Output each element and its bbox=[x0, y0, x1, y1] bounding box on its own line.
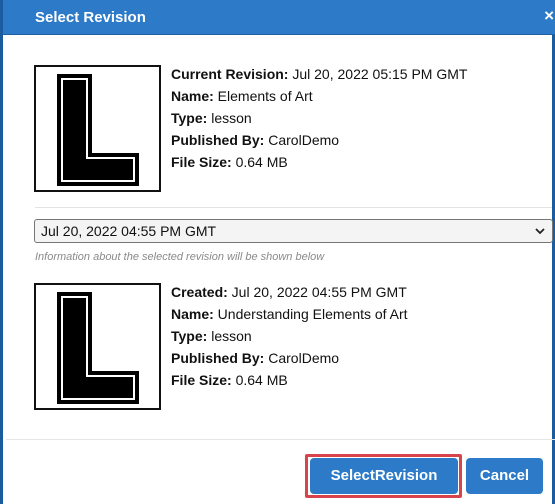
selected-published-value: CarolDemo bbox=[264, 350, 340, 366]
close-icon[interactable]: × bbox=[544, 7, 554, 24]
current-revision-info: Current Revision: Jul 20, 2022 05:15 PM … bbox=[171, 63, 467, 173]
selected-type-label: Type: bbox=[171, 328, 208, 344]
dialog-titlebar: Select Revision × bbox=[3, 0, 555, 35]
current-revision-thumbnail bbox=[34, 65, 161, 192]
revision-select-value: Jul 20, 2022 04:55 PM GMT bbox=[41, 223, 217, 239]
selected-name-row: Name: Understanding Elements of Art bbox=[171, 303, 408, 325]
selected-created-value: Jul 20, 2022 04:55 PM GMT bbox=[227, 284, 407, 300]
current-name-row: Name: Elements of Art bbox=[171, 85, 467, 107]
current-published-value: CarolDemo bbox=[264, 132, 340, 148]
select-revision-dialog: Select Revision × Current Revision: Jul … bbox=[0, 0, 555, 504]
revision-hint: Information about the selected revision … bbox=[35, 251, 325, 263]
current-size-row: File Size: 0.64 MB bbox=[171, 151, 467, 173]
current-revision-row: Current Revision: Jul 20, 2022 05:15 PM … bbox=[171, 63, 467, 85]
selected-created-row: Created: Jul 20, 2022 04:55 PM GMT bbox=[171, 281, 408, 303]
selected-created-label: Created: bbox=[171, 284, 228, 300]
selected-revision-info: Created: Jul 20, 2022 04:55 PM GMT Name:… bbox=[171, 281, 408, 391]
current-name-label: Name: bbox=[171, 88, 214, 104]
selected-name-value: Understanding Elements of Art bbox=[213, 306, 408, 322]
letter-l-icon bbox=[57, 292, 139, 404]
current-type-value: lesson bbox=[207, 110, 252, 126]
revision-select[interactable]: Jul 20, 2022 04:55 PM GMT bbox=[34, 219, 553, 243]
current-size-value: 0.64 MB bbox=[231, 154, 288, 170]
selected-type-value: lesson bbox=[207, 328, 252, 344]
current-published-label: Published By: bbox=[171, 132, 265, 148]
selected-published-row: Published By: CarolDemo bbox=[171, 347, 408, 369]
selected-name-label: Name: bbox=[171, 306, 214, 322]
current-revision-label: Current Revision: bbox=[171, 66, 289, 82]
cancel-button[interactable]: Cancel bbox=[466, 458, 543, 494]
selected-type-row: Type: lesson bbox=[171, 325, 408, 347]
footer-divider bbox=[6, 439, 555, 440]
current-revision-value: Jul 20, 2022 05:15 PM GMT bbox=[288, 66, 468, 82]
letter-l-icon bbox=[57, 74, 139, 186]
select-revision-button[interactable]: SelectRevision bbox=[310, 458, 458, 494]
selected-size-value: 0.64 MB bbox=[231, 372, 288, 388]
selected-revision-thumbnail bbox=[34, 283, 161, 410]
chevron-down-icon bbox=[534, 224, 546, 241]
current-size-label: File Size: bbox=[171, 154, 232, 170]
current-type-label: Type: bbox=[171, 110, 208, 126]
selected-size-label: File Size: bbox=[171, 372, 232, 388]
current-name-value: Elements of Art bbox=[213, 88, 313, 104]
dialog-title: Select Revision bbox=[35, 9, 146, 26]
current-published-row: Published By: CarolDemo bbox=[171, 129, 467, 151]
current-type-row: Type: lesson bbox=[171, 107, 467, 129]
selected-published-label: Published By: bbox=[171, 350, 265, 366]
section-divider bbox=[35, 207, 552, 208]
selected-size-row: File Size: 0.64 MB bbox=[171, 369, 408, 391]
